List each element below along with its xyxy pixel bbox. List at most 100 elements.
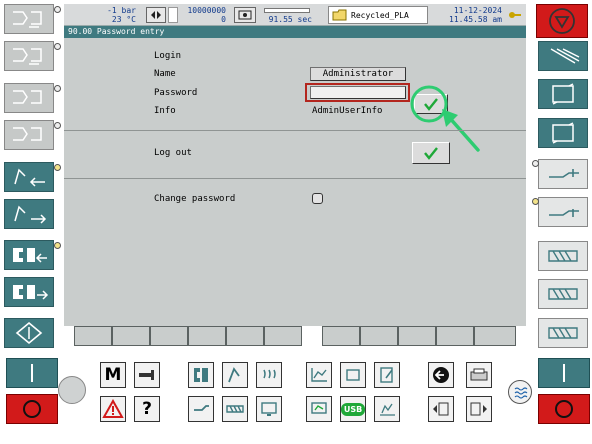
right-key-6[interactable] (538, 241, 588, 271)
manual-mode-button[interactable]: M (100, 362, 126, 388)
tab-6[interactable] (264, 326, 302, 346)
monitor-icon (261, 402, 277, 416)
tool-settings-button[interactable] (134, 362, 160, 388)
left-key-1[interactable] (4, 4, 54, 34)
left-key-6[interactable] (4, 199, 54, 229)
injection-button[interactable] (188, 396, 214, 422)
process-graph-button[interactable] (306, 362, 332, 388)
right-key-3[interactable] (538, 118, 588, 148)
tab-7[interactable] (322, 326, 360, 346)
left-key-5[interactable] (4, 162, 54, 192)
left-key-9[interactable] (4, 318, 54, 348)
quality-button[interactable] (306, 396, 332, 422)
tab-3[interactable] (150, 326, 188, 346)
left-key-3[interactable] (4, 83, 54, 113)
pump-on-button[interactable] (538, 358, 590, 388)
usb-icon: USB (340, 402, 366, 416)
tab-5[interactable] (226, 326, 264, 346)
printer-icon (470, 368, 488, 381)
status-lamp (54, 242, 61, 249)
tab-8[interactable] (360, 326, 398, 346)
quality-icon (311, 402, 327, 414)
back-arrow-icon (433, 367, 449, 383)
divider (64, 130, 526, 131)
right-key-2[interactable] (538, 79, 588, 109)
change-password-button[interactable] (312, 193, 323, 204)
left-key-8[interactable] (4, 277, 54, 307)
counter-top: 10000000 (187, 6, 226, 15)
password-input[interactable] (310, 86, 406, 99)
left-key-4[interactable] (4, 120, 54, 150)
core-pull-icon (13, 248, 47, 263)
tab-10[interactable] (436, 326, 474, 346)
right-key-8[interactable] (538, 318, 588, 348)
cooling-button[interactable] (508, 380, 532, 404)
counter-bottom: 0 (221, 15, 226, 24)
on-icon (563, 364, 565, 382)
sequence-button[interactable] (340, 362, 366, 388)
tab-9[interactable] (398, 326, 436, 346)
date-readout: 11-12-2024 (453, 6, 502, 15)
alarm-button[interactable] (100, 396, 126, 422)
page-title: 90.00 Password entry (64, 26, 526, 38)
left-key-7[interactable] (4, 240, 54, 270)
cycle-arrows-icon (346, 369, 360, 381)
injection-icon (194, 405, 209, 411)
motor-off-button[interactable] (6, 394, 58, 424)
notepad-icon (380, 367, 393, 383)
core-pull-icon (13, 285, 49, 300)
injection-unit-icon (549, 169, 579, 178)
ejector-button[interactable] (222, 362, 248, 388)
mode-toggle-button[interactable] (146, 7, 166, 23)
injection-unit-icon (549, 209, 579, 217)
name-field[interactable]: Administrator (310, 67, 406, 81)
pump-off-button[interactable] (538, 394, 590, 424)
right-key-7[interactable] (538, 279, 588, 309)
stop-button[interactable] (536, 4, 588, 38)
on-icon (31, 364, 33, 382)
left-key-2[interactable] (4, 41, 54, 71)
cycle-button[interactable] (234, 7, 256, 23)
monitoring-button[interactable] (256, 396, 282, 422)
page-right-button[interactable] (466, 396, 492, 422)
time-readout: 11.45.58 am (449, 15, 502, 24)
logout-confirm-button[interactable] (412, 142, 450, 164)
logout-label: Log out (154, 148, 192, 158)
off-icon (555, 400, 573, 418)
ejector-icon (14, 205, 47, 224)
info-value: AdminUserInfo (312, 106, 383, 116)
mold-icon (194, 368, 208, 382)
heating-icon (263, 369, 276, 379)
water-icon (514, 387, 528, 399)
page-left-button[interactable] (428, 396, 454, 422)
key-icon[interactable] (506, 7, 524, 23)
tab-2[interactable] (112, 326, 150, 346)
file-name-box[interactable]: Recycled_PLA (328, 6, 428, 24)
tab-4[interactable] (188, 326, 226, 346)
ejector-icon (14, 168, 45, 187)
statistics-button[interactable] (374, 396, 400, 422)
ejector-icon (228, 367, 240, 383)
status-lamp (532, 198, 539, 205)
pressure-readout: -1 bar (107, 6, 136, 15)
motor-on-button[interactable] (6, 358, 58, 388)
tab-1[interactable] (74, 326, 112, 346)
notes-button[interactable] (374, 362, 400, 388)
selector-dial[interactable] (58, 376, 86, 404)
mold-button[interactable] (188, 362, 214, 388)
usb-button[interactable]: USB (340, 396, 366, 422)
name-label: Name (154, 69, 176, 79)
screw-button[interactable] (222, 396, 248, 422)
status-lamp (54, 43, 61, 50)
tab-11[interactable] (474, 326, 516, 346)
printer-button[interactable] (466, 362, 492, 388)
right-key-1[interactable] (538, 41, 588, 71)
right-key-5[interactable] (538, 197, 588, 227)
back-button[interactable] (428, 362, 454, 388)
status-lamp (54, 6, 61, 13)
heating-button[interactable] (256, 362, 282, 388)
status-lamp (54, 122, 61, 129)
right-key-4[interactable] (538, 159, 588, 189)
off-icon (23, 400, 41, 418)
help-button[interactable]: ? (134, 396, 160, 422)
